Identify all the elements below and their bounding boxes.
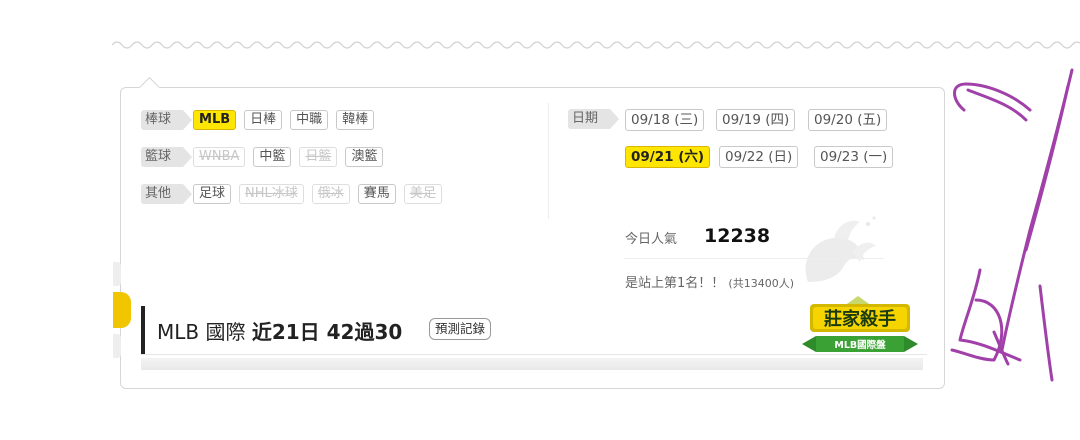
- sport-tag-bleague: 日籃: [299, 147, 338, 167]
- date-button-0919[interactable]: 09/19 (四): [716, 109, 796, 131]
- sport-tag-kbo[interactable]: 韓棒: [336, 110, 375, 130]
- sport-tag-khl: 俄冰: [311, 184, 350, 204]
- rank-total: (共13400人): [728, 277, 794, 290]
- stats-divider: [624, 258, 884, 259]
- sport-row-baseball: 棒球 MLB 日棒 中職 韓棒: [141, 109, 382, 131]
- sport-tag-soccer[interactable]: 足球: [193, 184, 232, 204]
- record-summary: 近21日 42過30: [251, 320, 403, 344]
- popularity-label: 今日人氣: [625, 232, 678, 247]
- ghost-watermark-icon: [805, 216, 876, 282]
- side-tab-marker: [113, 334, 121, 358]
- category-label: 籃球: [141, 147, 193, 167]
- handwritten-date-annotation: [950, 68, 1074, 382]
- sport-tag-cpbl[interactable]: 中職: [290, 110, 329, 130]
- rank-info: 是站上第1名！！ (共13400人): [625, 272, 794, 291]
- category-label: 其他: [141, 184, 193, 204]
- side-tab-marker: [113, 262, 121, 286]
- sport-tag-nfl: 美足: [403, 184, 442, 204]
- badge-icon: 莊家殺手 MLB國際盤: [802, 296, 918, 352]
- record-title: MLB 國際 近21日 42過30: [157, 316, 402, 345]
- rank-text: 是站上第1名！！: [625, 276, 725, 291]
- date-button-0923[interactable]: 09/23 (一): [814, 146, 894, 168]
- sport-tag-horse-racing[interactable]: 賽馬: [357, 184, 396, 204]
- side-tab-active-marker: [113, 292, 131, 328]
- prediction-record-button[interactable]: 預測記錄: [429, 318, 492, 340]
- sport-tag-npb[interactable]: 日棒: [244, 110, 283, 130]
- sport-row-other: 其他 足球 NHL冰球 俄冰 賽馬 美足: [141, 183, 450, 205]
- wavy-divider: [112, 41, 1080, 49]
- sport-tag-nbl[interactable]: 澳籃: [345, 147, 384, 167]
- sport-tag-nhl: NHL冰球: [239, 184, 304, 204]
- date-button-0918[interactable]: 09/18 (三): [625, 109, 705, 131]
- sport-tag-cba[interactable]: 中籃: [253, 147, 292, 167]
- sport-tag-wnba: WNBA: [193, 147, 246, 167]
- sport-tag-mlb[interactable]: MLB: [193, 110, 237, 130]
- popularity-value: 12238: [704, 225, 771, 247]
- badge-subtitle: MLB國際盤: [834, 339, 886, 351]
- badge-title: 莊家殺手: [824, 308, 896, 330]
- category-label: 棒球: [141, 110, 193, 130]
- date-button-0921[interactable]: 09/21 (六): [625, 146, 711, 168]
- date-button-0920[interactable]: 09/20 (五): [808, 109, 888, 131]
- date-button-0922[interactable]: 09/22 (日): [719, 146, 799, 168]
- date-label: 日期: [568, 109, 620, 129]
- vertical-divider: [548, 103, 549, 219]
- record-prefix: MLB 國際: [157, 320, 246, 344]
- sport-row-basketball: 籃球 WNBA 中籃 日籃 澳籃: [141, 146, 391, 168]
